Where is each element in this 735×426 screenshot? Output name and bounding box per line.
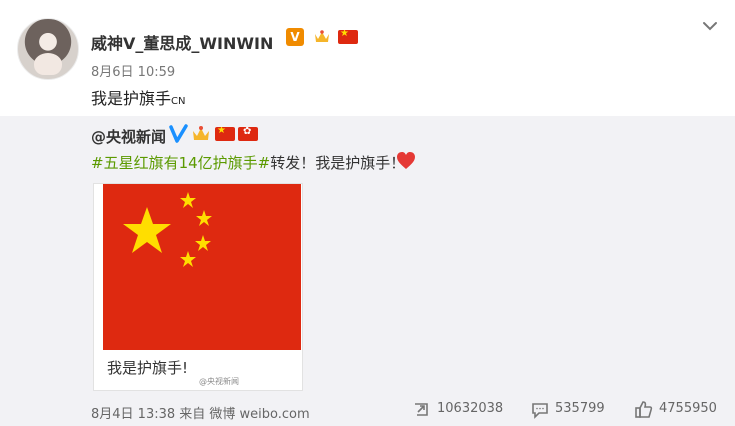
author-name[interactable]: 威神V_董思成_WINWIN <box>91 30 273 54</box>
repost-text: #五星红旗有14亿护旗手#转发！我是护旗手！ <box>91 152 405 173</box>
hong-kong-flag-icon[interactable] <box>238 127 258 141</box>
like-icon <box>635 401 653 418</box>
image-watermark: @央视新闻 <box>199 377 239 386</box>
blue-v-icon[interactable] <box>169 124 188 143</box>
country-suffix: CN <box>171 96 186 107</box>
repost-message: 转发！我是护旗手！ <box>270 154 406 172</box>
crown-icon[interactable] <box>313 29 331 45</box>
chevron-down-icon[interactable] <box>700 16 720 36</box>
repost-count: 10632038 <box>437 401 504 416</box>
comment-icon <box>532 403 548 419</box>
post-meta[interactable]: 8月4日 13:38 来自 微博 weibo.com <box>91 403 310 422</box>
china-flag-icon[interactable] <box>338 30 358 44</box>
china-flag-image[interactable] <box>103 184 301 350</box>
china-flag-icon[interactable] <box>215 127 235 141</box>
post-text: 我是护旗手CN <box>91 85 185 109</box>
repost-icon <box>415 403 428 416</box>
avatar[interactable] <box>17 18 79 80</box>
post-main-text: 我是护旗手 <box>91 89 172 108</box>
original-post: 威神V_董思成_WINWIN V 8月6日 10:59 我是护旗手CN <box>0 0 735 116</box>
orange-v-icon[interactable]: V <box>286 28 304 46</box>
heart-icon <box>397 152 415 169</box>
image-caption: 我是护旗手! <box>107 359 189 377</box>
post-time[interactable]: 8月6日 10:59 <box>91 61 175 80</box>
crown-icon[interactable] <box>191 125 211 143</box>
repost-author-name[interactable]: @央视新闻 <box>91 126 166 147</box>
embedded-image-card[interactable]: 我是护旗手! @央视新闻 <box>93 183 303 391</box>
like-count: 4755950 <box>659 401 717 416</box>
comment-count: 535799 <box>555 401 605 416</box>
hashtag-link[interactable]: #五星红旗有14亿护旗手# <box>91 154 270 172</box>
